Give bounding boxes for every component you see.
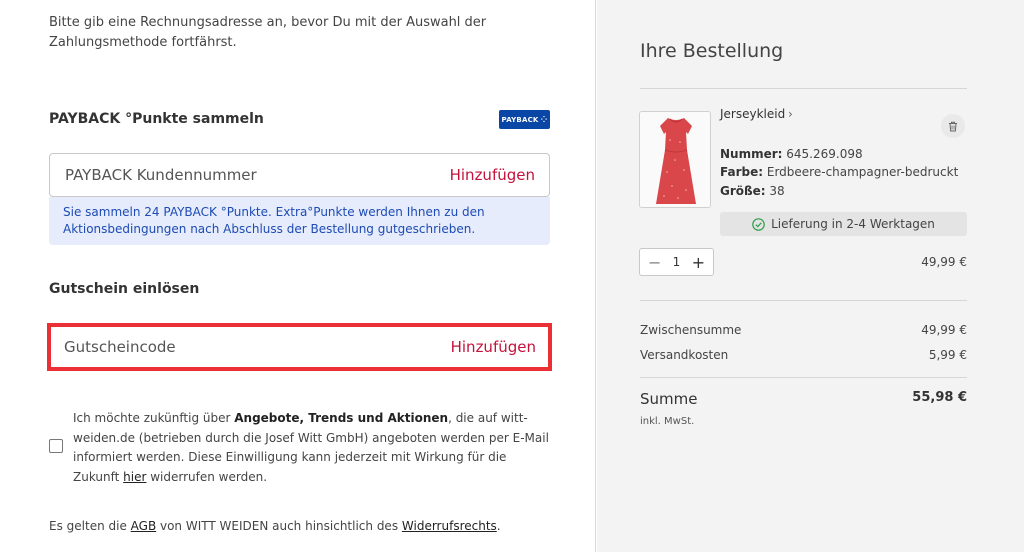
payback-info-message: Sie sammeln 24 PAYBACK °Punkte. Extra°Pu… [49,197,550,245]
payback-number-input[interactable]: PAYBACK Kundennummer Hinzufügen [49,153,550,197]
item-price: 49,99 € [921,255,967,269]
remove-item-button[interactable] [941,114,965,138]
agb-link[interactable]: AGB [131,519,157,533]
vat-note: inkl. MwSt. [640,416,695,427]
product-color-label: Farbe: [720,165,764,179]
subtotal-label: Zwischensumme [640,323,742,337]
chevron-right-icon[interactable]: › [788,107,793,121]
voucher-add-button[interactable]: Hinzufügen [451,338,536,356]
quantity-value: 1 [672,255,681,269]
product-size-value: 38 [769,184,785,198]
payback-dots-icon: ⁘ [540,115,548,124]
consent-bold: Angebote, Trends und Aktionen [234,411,449,425]
product-number-value: 645.269.098 [786,147,863,161]
payback-number-placeholder: PAYBACK Kundennummer [65,166,257,184]
terms-text-2: von WITT WEIDEN auch hinsichtlich des [156,519,402,533]
check-circle-icon [752,217,765,231]
product-number: Nummer: 645.269.098 [720,147,863,161]
divider [640,300,967,301]
shipping-value: 5,99 € [928,348,967,362]
voucher-code-placeholder: Gutscheincode [64,338,176,356]
delivery-text: Lieferung in 2-4 Werktagen [771,217,935,231]
quantity-stepper[interactable]: − 1 + [639,248,714,276]
product-name-link[interactable]: Jerseykleid [720,107,785,121]
terms-text-3: . [496,519,501,533]
voucher-section-title: Gutschein einlösen [49,281,200,297]
order-title: Ihre Bestellung [640,40,784,62]
product-color: Farbe: Erdbeere-champagner-bedruckt [720,165,958,179]
plus-icon[interactable]: + [692,253,705,272]
product-thumbnail[interactable] [639,111,711,208]
newsletter-consent-text: Ich möchte zukünftig über Angebote, Tren… [73,409,553,487]
divider [640,377,967,378]
billing-address-hint: Bitte gib eine Rechnungsadresse an, bevo… [49,15,487,50]
shipping-label: Versandkosten [640,348,729,362]
trash-icon [949,121,957,131]
payback-logo-text: PAYBACK [501,115,539,124]
product-size: Größe: 38 [720,184,785,198]
payback-logo: PAYBACK ⁘ [499,110,550,129]
payback-add-button[interactable]: Hinzufügen [450,166,535,184]
product-number-label: Nummer: [720,147,783,161]
voucher-code-input[interactable]: Gutscheincode Hinzufügen [51,327,548,367]
total-value: 55,98 € [912,390,967,405]
terms-text-1: Es gelten die [49,519,131,533]
minus-icon[interactable]: − [648,253,661,272]
divider [640,88,967,89]
consent-revoke-link[interactable]: hier [123,470,146,484]
order-summary-panel: Ihre Bestellung Jerseykleid › Nummer: 64… [597,0,1024,552]
total-label: Summe [640,390,698,408]
payback-section-title: PAYBACK °Punkte sammeln [49,111,264,127]
dress-image-icon [640,112,710,207]
consent-text-3: widerrufen werden. [146,469,268,484]
consent-text-1: Ich möchte zukünftig über [73,411,235,425]
subtotal-value: 49,99 € [921,323,967,337]
terms-notice: Es gelten die AGB von WITT WEIDEN auch h… [49,519,501,533]
checkout-form-panel: Bitte gib eine Rechnungsadresse an, bevo… [0,0,596,552]
withdrawal-link[interactable]: Widerrufsrechts [402,519,497,533]
product-size-label: Größe: [720,184,766,198]
product-color-value: Erdbeere-champagner-bedruckt [766,165,959,179]
delivery-badge: Lieferung in 2-4 Werktagen [720,212,967,236]
newsletter-consent-checkbox[interactable] [49,439,63,453]
